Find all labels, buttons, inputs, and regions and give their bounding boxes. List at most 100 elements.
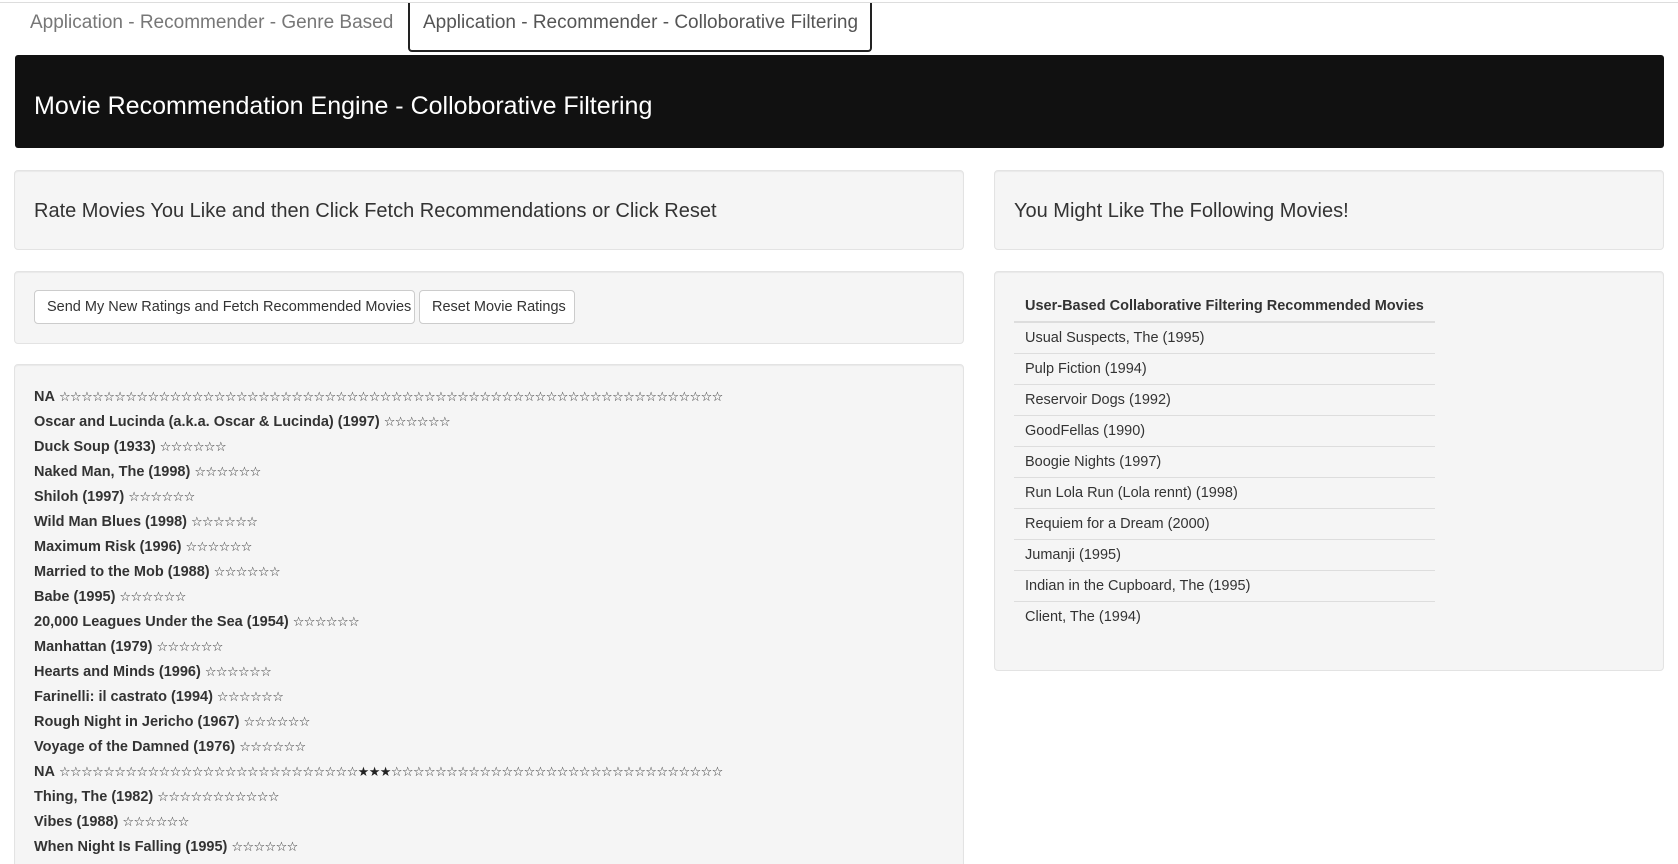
star-outline-icon[interactable]: ☆ (133, 815, 145, 830)
star-outline-icon[interactable]: ☆ (119, 590, 131, 605)
star-outline-icon[interactable]: ☆ (238, 665, 250, 680)
tab-collaborative-filtering[interactable]: Application - Recommender - Colloborativ… (408, 3, 872, 52)
star-outline-icon[interactable]: ☆ (601, 390, 613, 405)
star-outline-icon[interactable]: ☆ (122, 815, 134, 830)
star-outline-icon[interactable]: ☆ (205, 665, 217, 680)
star-outline-icon[interactable]: ☆ (224, 515, 236, 530)
star-outline-icon[interactable]: ☆ (247, 765, 259, 780)
star-outline-icon[interactable]: ☆ (181, 765, 193, 780)
star-outline-icon[interactable]: ☆ (468, 390, 480, 405)
star-outline-icon[interactable]: ☆ (193, 440, 205, 455)
star-outline-icon[interactable]: ☆ (280, 765, 292, 780)
star-outline-icon[interactable]: ☆ (612, 390, 624, 405)
star-outline-icon[interactable]: ☆ (546, 765, 558, 780)
star-outline-icon[interactable]: ☆ (590, 390, 602, 405)
star-outline-icon[interactable]: ☆ (215, 440, 227, 455)
star-outline-icon[interactable]: ☆ (524, 765, 536, 780)
star-outline-icon[interactable]: ☆ (690, 765, 702, 780)
star-outline-icon[interactable]: ☆ (247, 565, 259, 580)
star-outline-icon[interactable]: ☆ (324, 765, 336, 780)
star-outline-icon[interactable]: ☆ (435, 390, 447, 405)
star-outline-icon[interactable]: ☆ (214, 565, 226, 580)
star-outline-icon[interactable]: ☆ (272, 740, 284, 755)
star-outline-icon[interactable]: ☆ (265, 840, 277, 855)
star-outline-icon[interactable]: ☆ (142, 590, 154, 605)
star-outline-icon[interactable]: ☆ (191, 515, 203, 530)
star-outline-icon[interactable]: ☆ (225, 765, 237, 780)
star-outline-icon[interactable]: ☆ (249, 665, 261, 680)
star-outline-icon[interactable]: ☆ (216, 665, 228, 680)
star-outline-icon[interactable]: ☆ (701, 390, 713, 405)
star-outline-icon[interactable]: ☆ (227, 665, 239, 680)
star-outline-icon[interactable]: ☆ (568, 765, 580, 780)
star-outline-icon[interactable]: ☆ (216, 465, 228, 480)
star-outline-icon[interactable]: ☆ (269, 765, 281, 780)
star-outline-icon[interactable]: ☆ (194, 465, 206, 480)
star-outline-icon[interactable]: ☆ (203, 390, 215, 405)
star-outline-icon[interactable]: ☆ (302, 390, 314, 405)
star-outline-icon[interactable]: ☆ (255, 715, 267, 730)
star-outline-icon[interactable]: ☆ (250, 690, 262, 705)
star-outline-icon[interactable]: ☆ (153, 590, 165, 605)
star-outline-icon[interactable]: ☆ (203, 765, 215, 780)
star-filled-icon[interactable]: ★ (380, 765, 392, 780)
star-outline-icon[interactable]: ☆ (219, 540, 231, 555)
star-outline-icon[interactable]: ☆ (479, 390, 491, 405)
star-outline-icon[interactable]: ☆ (92, 765, 104, 780)
star-outline-icon[interactable]: ☆ (546, 390, 558, 405)
star-outline-icon[interactable]: ☆ (439, 415, 451, 430)
star-outline-icon[interactable]: ☆ (190, 790, 202, 805)
star-outline-icon[interactable]: ☆ (406, 415, 418, 430)
star-outline-icon[interactable]: ☆ (313, 390, 325, 405)
star-outline-icon[interactable]: ☆ (347, 765, 359, 780)
star-outline-icon[interactable]: ☆ (145, 815, 157, 830)
star-outline-icon[interactable]: ☆ (315, 615, 327, 630)
star-outline-icon[interactable]: ☆ (501, 765, 513, 780)
star-outline-icon[interactable]: ☆ (225, 565, 237, 580)
star-outline-icon[interactable]: ☆ (337, 615, 349, 630)
star-outline-icon[interactable]: ☆ (513, 765, 525, 780)
star-outline-icon[interactable]: ☆ (260, 665, 272, 680)
star-outline-icon[interactable]: ☆ (170, 390, 182, 405)
star-outline-icon[interactable]: ☆ (623, 765, 635, 780)
star-outline-icon[interactable]: ☆ (160, 440, 172, 455)
star-outline-icon[interactable]: ☆ (656, 390, 668, 405)
star-outline-icon[interactable]: ☆ (81, 390, 93, 405)
star-outline-icon[interactable]: ☆ (280, 390, 292, 405)
star-outline-icon[interactable]: ☆ (161, 490, 173, 505)
star-outline-icon[interactable]: ☆ (178, 815, 190, 830)
star-outline-icon[interactable]: ☆ (125, 765, 137, 780)
star-outline-icon[interactable]: ☆ (513, 390, 525, 405)
star-outline-icon[interactable]: ☆ (170, 765, 182, 780)
star-outline-icon[interactable]: ☆ (214, 390, 226, 405)
star-outline-icon[interactable]: ☆ (276, 840, 288, 855)
star-outline-icon[interactable]: ☆ (479, 765, 491, 780)
star-outline-icon[interactable]: ☆ (348, 615, 360, 630)
star-outline-icon[interactable]: ☆ (667, 765, 679, 780)
star-outline-icon[interactable]: ☆ (103, 390, 115, 405)
star-outline-icon[interactable]: ☆ (380, 390, 392, 405)
star-outline-icon[interactable]: ☆ (269, 565, 281, 580)
star-outline-icon[interactable]: ☆ (678, 390, 690, 405)
star-outline-icon[interactable]: ☆ (490, 390, 502, 405)
star-outline-icon[interactable]: ☆ (241, 540, 253, 555)
star-outline-icon[interactable]: ☆ (147, 390, 159, 405)
star-outline-icon[interactable]: ☆ (184, 490, 196, 505)
star-outline-icon[interactable]: ☆ (228, 690, 240, 705)
star-outline-icon[interactable]: ☆ (156, 815, 168, 830)
star-outline-icon[interactable]: ☆ (424, 390, 436, 405)
star-outline-icon[interactable]: ☆ (179, 640, 191, 655)
star-outline-icon[interactable]: ☆ (678, 765, 690, 780)
star-outline-icon[interactable]: ☆ (167, 815, 179, 830)
star-outline-icon[interactable]: ☆ (250, 740, 262, 755)
star-outline-icon[interactable]: ☆ (313, 765, 325, 780)
star-outline-icon[interactable]: ☆ (201, 640, 213, 655)
star-outline-icon[interactable]: ☆ (268, 790, 280, 805)
star-outline-icon[interactable]: ☆ (656, 765, 668, 780)
star-outline-icon[interactable]: ☆ (239, 465, 251, 480)
star-outline-icon[interactable]: ☆ (208, 540, 220, 555)
star-outline-icon[interactable]: ☆ (128, 490, 140, 505)
star-outline-icon[interactable]: ☆ (435, 765, 447, 780)
star-outline-icon[interactable]: ☆ (326, 615, 338, 630)
star-outline-icon[interactable]: ☆ (81, 765, 93, 780)
